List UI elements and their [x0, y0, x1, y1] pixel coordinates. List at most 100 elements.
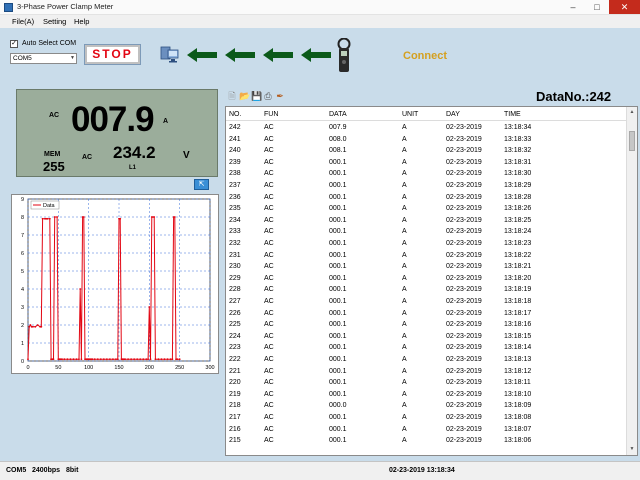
- table-row[interactable]: 222 AC 000.1 A 02-23-2019 13:18:13: [226, 355, 626, 367]
- new-icon[interactable]: 🗎: [227, 91, 237, 101]
- status-bits: 8bit: [66, 467, 79, 474]
- col-data[interactable]: DATA: [329, 111, 347, 118]
- table-cell: 02-23-2019: [446, 298, 482, 305]
- close-icon[interactable]: ✕: [609, 0, 640, 14]
- data-point: [169, 358, 172, 361]
- scroll-thumb[interactable]: [629, 131, 635, 151]
- minimize-icon[interactable]: –: [561, 0, 585, 14]
- table-row[interactable]: 216 AC 000.1 A 02-23-2019 13:18:07: [226, 425, 626, 437]
- table-row[interactable]: 227 AC 000.1 A 02-23-2019 13:18:18: [226, 297, 626, 309]
- col-unit[interactable]: UNIT: [402, 111, 418, 118]
- auto-select-checkbox[interactable]: ✓: [10, 40, 18, 48]
- table-row[interactable]: 223 AC 000.1 A 02-23-2019 13:18:14: [226, 343, 626, 355]
- table-row[interactable]: 225 AC 000.1 A 02-23-2019 13:18:16: [226, 320, 626, 332]
- table-cell: 02-23-2019: [446, 414, 482, 421]
- data-point: [130, 358, 133, 361]
- scroll-down-icon[interactable]: ▼: [627, 444, 637, 455]
- table-row[interactable]: 240 AC 008.1 A 02-23-2019 13:18:32: [226, 146, 626, 158]
- table-cell: AC: [264, 182, 274, 189]
- data-point: [40, 325, 43, 328]
- table-cell: 000.1: [329, 228, 347, 236]
- table-cell: 02-23-2019: [446, 437, 482, 445]
- table-cell: 218: [229, 402, 241, 410]
- table-row[interactable]: 219 AC 000.1 A 02-23-2019 13:18:10: [226, 390, 626, 402]
- menu-file[interactable]: File(A): [12, 17, 34, 26]
- data-point: [78, 358, 80, 361]
- maximize-icon[interactable]: □: [585, 0, 609, 14]
- table-cell: A: [402, 240, 407, 247]
- table-scrollbar[interactable]: ▲ ▼: [626, 107, 637, 455]
- print-icon[interactable]: ⎙: [263, 91, 273, 101]
- table-row[interactable]: 241 AC 008.0 A 02-23-2019 13:18:33: [226, 135, 626, 147]
- save-icon[interactable]: 💾: [251, 91, 262, 101]
- table-cell: 02-23-2019: [446, 274, 482, 282]
- table-cell: 02-23-2019: [446, 367, 482, 375]
- table-cell: AC: [264, 402, 274, 410]
- table-cell: AC: [264, 216, 274, 224]
- meter-sub-mode: AC: [82, 154, 93, 161]
- table-row[interactable]: 229 AC 000.1 A 02-23-2019 13:18:20: [226, 274, 626, 286]
- col-no[interactable]: NO.: [229, 111, 241, 118]
- table-cell: 13:18:31: [504, 158, 532, 166]
- table-cell: A: [402, 309, 407, 317]
- stop-button[interactable]: STOP: [84, 44, 141, 65]
- table-row[interactable]: 237 AC 000.1 A 02-23-2019 13:18:29: [226, 181, 626, 193]
- y-tick-label: 6: [21, 251, 24, 257]
- table-row[interactable]: 221 AC 000.1 A 02-23-2019 13:18:12: [226, 367, 626, 379]
- open-icon[interactable]: 📂: [239, 91, 250, 101]
- col-fun[interactable]: FUN: [264, 111, 278, 118]
- table-cell: 13:18:12: [504, 367, 532, 375]
- table-cell: A: [402, 402, 407, 410]
- data-point: [119, 217, 122, 220]
- table-row[interactable]: 230 AC 000.1 A 02-23-2019 13:18:21: [226, 262, 626, 274]
- table-row[interactable]: 217 AC 000.1 A 02-23-2019 13:18:08: [226, 413, 626, 425]
- table-row[interactable]: 226 AC 000.1 A 02-23-2019 13:18:17: [226, 309, 626, 321]
- col-day[interactable]: DAY: [446, 111, 460, 118]
- table-row[interactable]: 238 AC 000.1 A 02-23-2019 13:18:30: [226, 169, 626, 181]
- data-point: [139, 358, 142, 361]
- menu-setting[interactable]: Setting: [43, 17, 66, 26]
- table-row[interactable]: 242 AC 007.9 A 02-23-2019 13:18:34: [226, 123, 626, 135]
- table-cell: A: [402, 286, 407, 294]
- menu-help[interactable]: Help: [74, 17, 89, 26]
- col-time[interactable]: TIME: [504, 111, 521, 118]
- table-row[interactable]: 224 AC 000.1 A 02-23-2019 13:18:15: [226, 332, 626, 344]
- table-row[interactable]: 235 AC 000.1 A 02-23-2019 13:18:26: [226, 204, 626, 216]
- scroll-up-icon[interactable]: ▲: [627, 107, 637, 118]
- table-cell: 13:18:34: [504, 124, 532, 131]
- data-point: [75, 358, 78, 361]
- table-cell: 13:18:15: [504, 332, 532, 340]
- table-row[interactable]: 232 AC 000.1 A 02-23-2019 13:18:23: [226, 239, 626, 251]
- table-cell: 000.1: [329, 298, 347, 305]
- y-tick-label: 9: [21, 197, 24, 203]
- table-row[interactable]: 218 AC 000.0 A 02-23-2019 13:18:09: [226, 401, 626, 413]
- clear-icon[interactable]: ✒: [275, 91, 285, 101]
- table-row[interactable]: 215 AC 000.1 A 02-23-2019 13:18:06: [226, 436, 626, 448]
- com-port-select[interactable]: COM5 ▼: [10, 53, 77, 64]
- table-cell: 02-23-2019: [446, 402, 482, 410]
- y-tick-label: 1: [21, 341, 24, 347]
- data-point: [61, 358, 63, 361]
- table-row[interactable]: 234 AC 000.1 A 02-23-2019 13:18:25: [226, 216, 626, 228]
- table-row[interactable]: 236 AC 000.1 A 02-23-2019 13:18:28: [226, 193, 626, 205]
- table-cell: 000.1: [329, 309, 347, 317]
- table-cell: AC: [264, 263, 274, 271]
- table-row[interactable]: 220 AC 000.1 A 02-23-2019 13:18:11: [226, 378, 626, 390]
- zoom-icon[interactable]: ⇱: [194, 179, 209, 190]
- table-cell: 008.0: [329, 135, 347, 143]
- table-cell: AC: [264, 274, 274, 282]
- table-row[interactable]: 239 AC 000.1 A 02-23-2019 13:18:31: [226, 158, 626, 170]
- table-cell: AC: [264, 379, 274, 387]
- table-cell: AC: [264, 309, 274, 317]
- table-row[interactable]: 228 AC 000.1 A 02-23-2019 13:18:19: [226, 285, 626, 297]
- table-cell: A: [402, 274, 407, 282]
- table-row[interactable]: 233 AC 000.1 A 02-23-2019 13:18:24: [226, 227, 626, 239]
- table-cell: AC: [264, 286, 274, 294]
- table-cell: 13:18:25: [504, 216, 532, 224]
- table-cell: 02-23-2019: [446, 425, 482, 433]
- table-cell: AC: [264, 344, 274, 352]
- meter-mem-label: MEM: [44, 151, 61, 158]
- table-row[interactable]: 231 AC 000.1 A 02-23-2019 13:18:22: [226, 251, 626, 263]
- table-cell: AC: [264, 147, 274, 155]
- table-cell: 000.1: [329, 332, 347, 340]
